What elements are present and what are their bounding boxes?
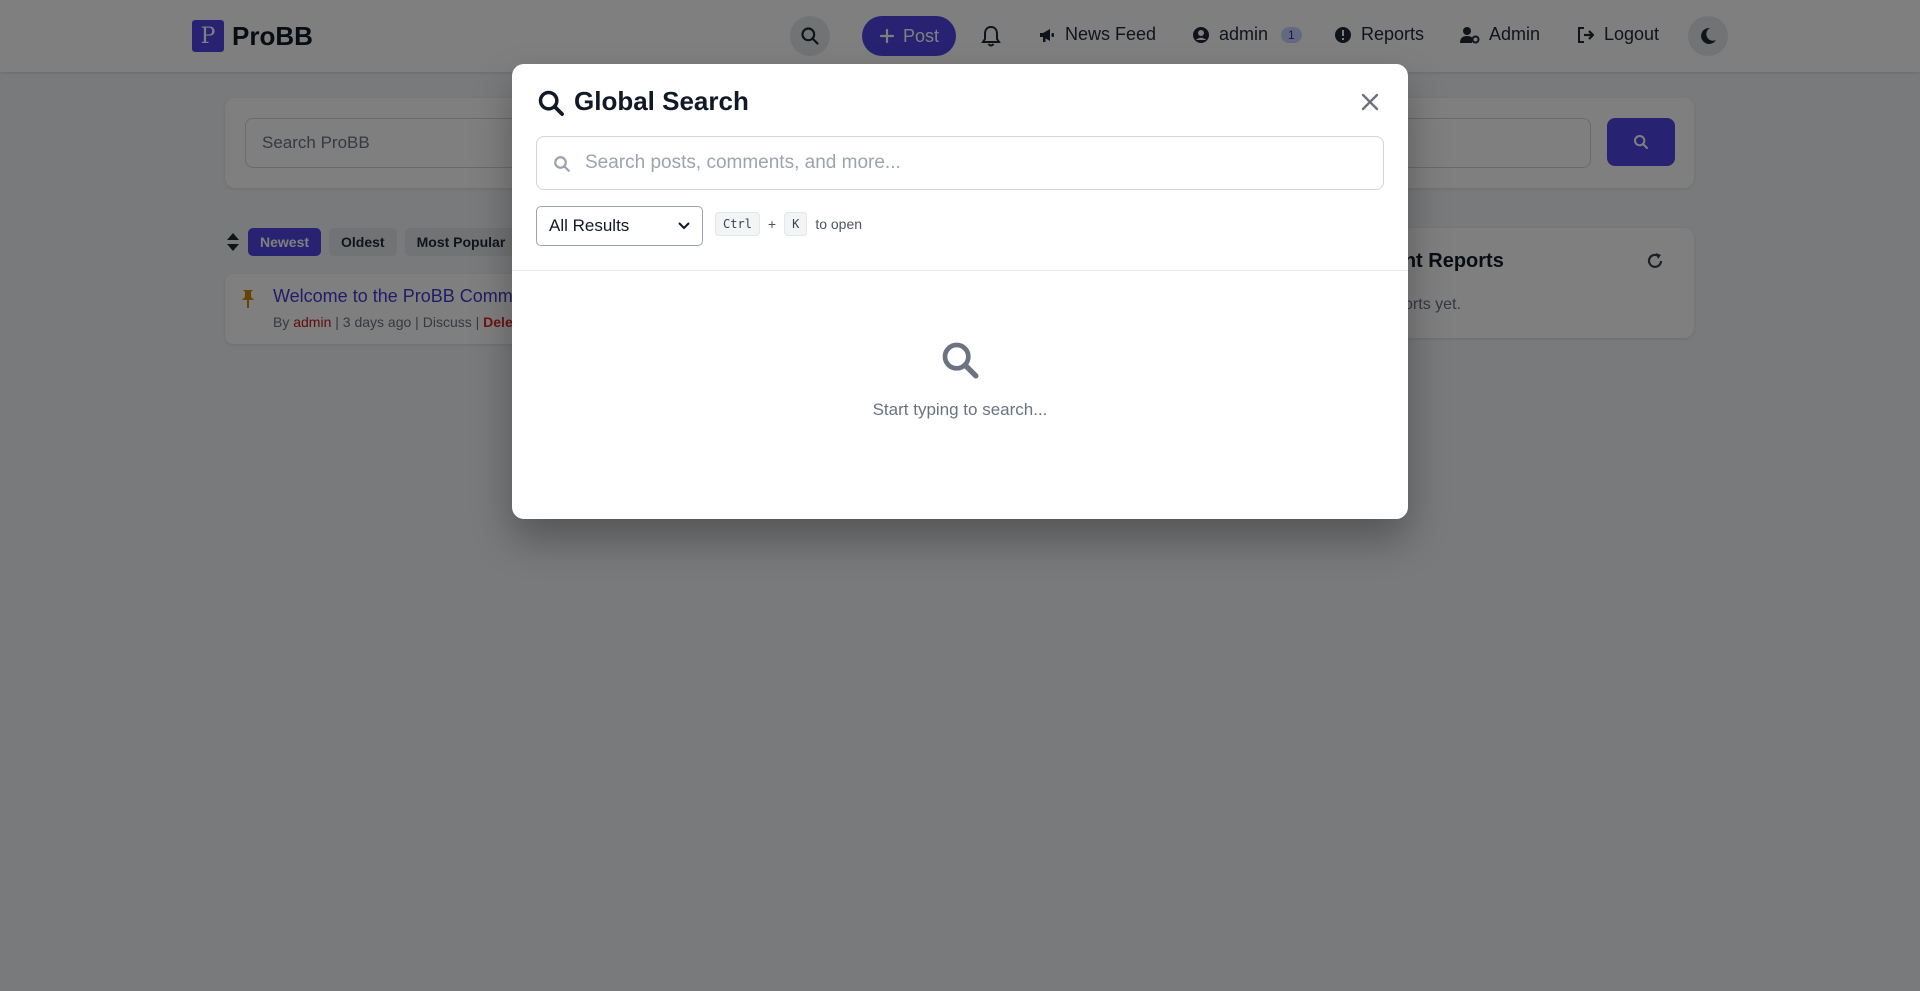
global-search-modal: Global Search All Results Ctrl + K to op… (512, 64, 1408, 519)
chevron-down-icon (678, 222, 690, 230)
search-icon (554, 156, 570, 172)
shortcut-hint: Ctrl + K to open (715, 212, 862, 236)
modal-title: Global Search (574, 86, 749, 116)
kbd-plus: + (767, 216, 777, 232)
kbd-k: K (784, 212, 808, 236)
search-icon (538, 90, 564, 116)
modal-divider (512, 270, 1408, 271)
kbd-ctrl: Ctrl (715, 212, 760, 236)
result-filter-value: All Results (549, 216, 630, 235)
close-icon[interactable] (1360, 92, 1380, 112)
search-icon (942, 342, 979, 379)
empty-state-text: Start typing to search... (872, 400, 1048, 419)
global-search-input-wrapper (536, 136, 1384, 190)
global-search-input[interactable] (585, 137, 1365, 189)
hint-text: to open (815, 216, 863, 232)
result-filter-select[interactable]: All Results (536, 206, 703, 246)
